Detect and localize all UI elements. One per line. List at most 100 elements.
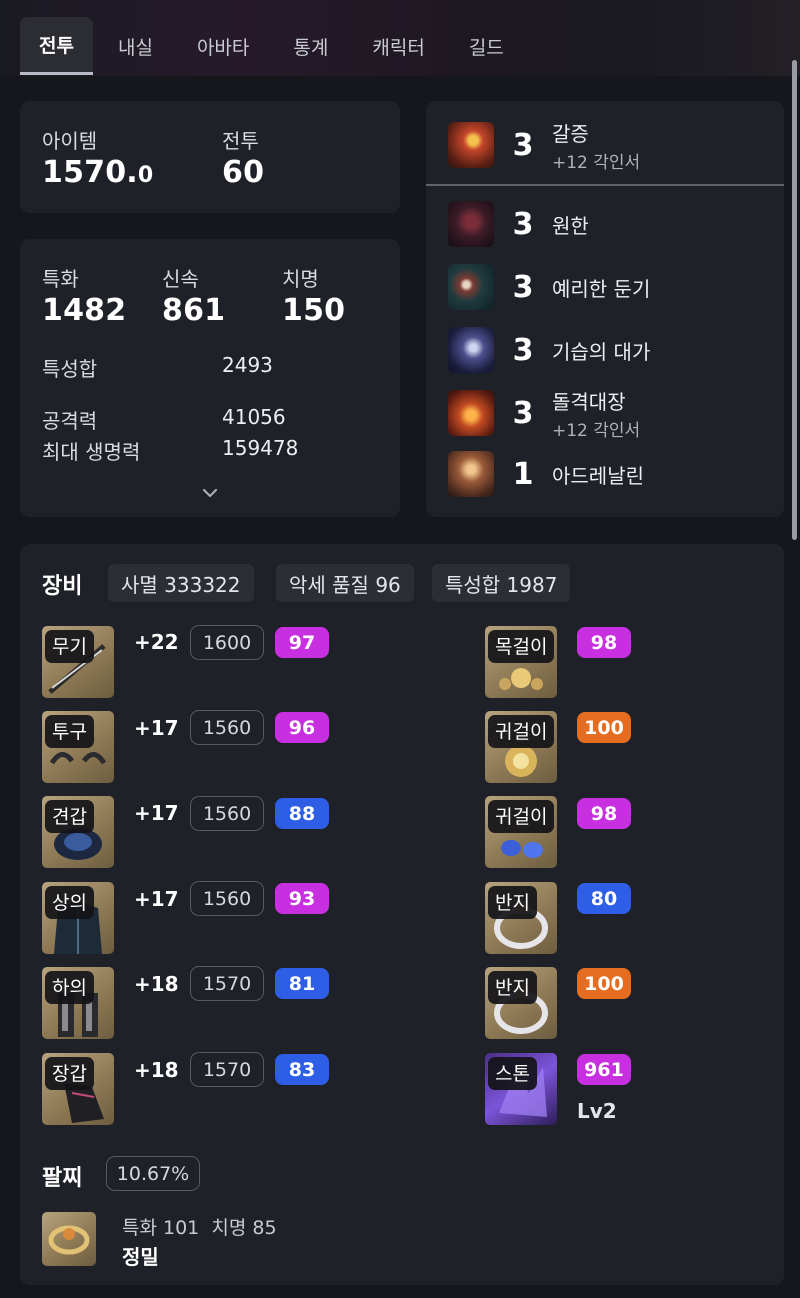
slot-tag: 귀걸이	[488, 715, 555, 748]
bracelet-stats: 특화 101 치명 85	[122, 1213, 277, 1240]
bracelet-art	[48, 1225, 90, 1255]
bracelet-percent: 10.67%	[106, 1156, 200, 1191]
crit-label: 치명	[282, 267, 319, 291]
equipment-title: 장비	[42, 574, 83, 599]
slot-tag: 반지	[488, 971, 537, 1004]
tab-inner[interactable]: 내실	[99, 17, 172, 75]
engraving-row[interactable]: 3 원한	[448, 199, 589, 249]
necklace-icon: 목걸이	[485, 626, 557, 698]
slot-tag: 투구	[45, 715, 94, 748]
engraving-level: 1	[512, 456, 534, 492]
quality-badge: 93	[275, 883, 329, 914]
stone-level: Lv2	[577, 1099, 617, 1123]
spec-label: 특화	[42, 267, 79, 291]
chest-icon: 상의	[42, 882, 114, 954]
stats-card: 특화 1482 신속 861 치명 150 특성합 2493 공격력 41056…	[20, 239, 400, 517]
thirst-icon	[448, 122, 494, 168]
tab-character[interactable]: 캐릭터	[353, 17, 443, 75]
slot-tag: 반지	[488, 886, 537, 919]
attack-label: 공격력	[42, 409, 98, 433]
quality-badge: 88	[275, 798, 329, 829]
bracelet-title: 팔찌	[42, 1166, 83, 1191]
engraving-book: +12 각인서	[552, 152, 641, 173]
engraving-level: 3	[512, 127, 534, 163]
quality-badge: 98	[577, 627, 631, 658]
bracelet-stat-spec: 특화 101	[122, 1217, 200, 1239]
engraving-name: 아드레날린	[552, 463, 644, 488]
bracelet-icon	[42, 1212, 96, 1266]
max-hp-label: 최대 생명력	[42, 440, 141, 464]
combat-level-label: 전투	[222, 129, 259, 153]
engraving-book: +12 각인서	[552, 420, 641, 441]
slot-tag: 스톤	[488, 1057, 537, 1090]
honing-level: +22	[134, 630, 179, 654]
stat-total-value: 2493	[222, 353, 273, 377]
spec-value: 1482	[42, 293, 127, 328]
quality-badge: 81	[275, 968, 329, 999]
shoulder-icon: 견갑	[42, 796, 114, 868]
combat-level-value: 60	[222, 155, 265, 190]
slot-tag: 귀걸이	[488, 800, 555, 833]
ring-icon: 반지	[485, 967, 557, 1039]
earring-icon: 귀걸이	[485, 796, 557, 868]
engraving-row[interactable]: 3 예리한 둔기	[448, 262, 650, 312]
item-level-box: 1600	[190, 625, 264, 660]
engraving-level: 3	[512, 206, 534, 242]
slot-tag: 목걸이	[488, 630, 555, 663]
item-level-decimal: 0	[137, 163, 154, 188]
slot-tag: 무기	[45, 630, 94, 663]
quality-badge: 961	[577, 1054, 631, 1085]
honing-level: +18	[134, 972, 179, 996]
max-hp-value: 159478	[222, 436, 299, 460]
item-level-box: 1570	[190, 966, 264, 1001]
tab-avatar[interactable]: 아바타	[178, 17, 268, 75]
equipment-card: 장비 사멸 333322 악세 품질 96 특성합 1987 무기 +22 16…	[20, 544, 784, 1285]
honing-level: +17	[134, 716, 179, 740]
tab-combat[interactable]: 전투	[20, 17, 93, 75]
crit-value: 150	[282, 293, 346, 328]
swiftness-label: 신속	[162, 267, 199, 291]
adrenaline-icon	[448, 451, 494, 497]
tab-bar: 전투 내실 아바타 통계 캐릭터 길드	[20, 17, 523, 75]
tab-guild[interactable]: 길드	[450, 17, 523, 75]
item-level-box: 1560	[190, 710, 264, 745]
divider	[426, 184, 784, 186]
engraving-level: 3	[512, 269, 534, 305]
engraving-name: 예리한 둔기	[552, 276, 651, 301]
engraving-name: 원한	[552, 213, 589, 238]
raid-captain-icon	[448, 390, 494, 436]
engraving-row[interactable]: 3 갈증 +12 각인서	[448, 120, 641, 173]
bracelet-stat-crit: 치명 85	[211, 1217, 277, 1239]
quality-badge: 97	[275, 627, 329, 658]
gloves-icon: 장갑	[42, 1053, 114, 1125]
scrollbar[interactable]	[792, 60, 797, 540]
chevron-down-icon[interactable]	[200, 483, 220, 503]
earring-icon: 귀걸이	[485, 711, 557, 783]
engraving-row[interactable]: 1 아드레날린	[448, 449, 644, 499]
item-level-box: 1570	[190, 1052, 264, 1087]
engraving-row[interactable]: 3 돌격대장 +12 각인서	[448, 388, 641, 441]
engraving-row[interactable]: 3 기습의 대가	[448, 325, 650, 375]
engraving-name: 돌격대장	[552, 389, 626, 414]
ability-stone-icon: 스톤	[485, 1053, 557, 1125]
grudge-icon	[448, 201, 494, 247]
set-chip: 사멸 333322	[108, 564, 254, 602]
keen-blunt-icon	[448, 264, 494, 310]
item-level-box: 1560	[190, 796, 264, 831]
helmet-icon: 투구	[42, 711, 114, 783]
honing-level: +17	[134, 801, 179, 825]
quality-badge: 100	[577, 712, 631, 743]
quality-badge: 100	[577, 968, 631, 999]
honing-level: +18	[134, 1058, 179, 1082]
pants-icon: 하의	[42, 967, 114, 1039]
engraving-name: 갈증	[552, 121, 589, 146]
weapon-icon: 무기	[42, 626, 114, 698]
item-level-value: 1570.0	[42, 155, 153, 190]
engraving-level: 3	[512, 395, 534, 431]
tab-stats[interactable]: 통계	[274, 17, 347, 75]
swiftness-value: 861	[162, 293, 226, 328]
attack-value: 41056	[222, 405, 286, 429]
item-level-box: 1560	[190, 881, 264, 916]
engraving-level: 3	[512, 332, 534, 368]
quality-badge: 80	[577, 883, 631, 914]
